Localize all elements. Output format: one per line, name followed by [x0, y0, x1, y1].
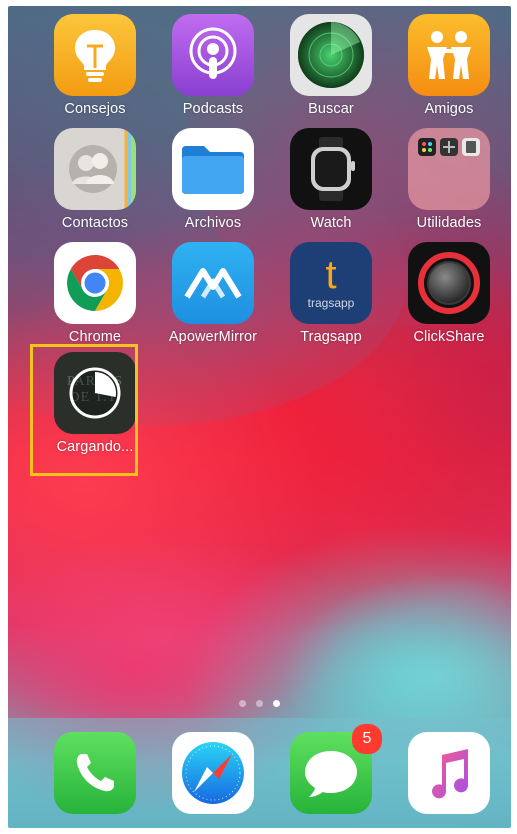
app-label: Contactos — [61, 215, 129, 231]
app-amigos[interactable]: Amigos — [394, 14, 504, 120]
chrome-icon — [54, 242, 136, 324]
page-dot — [256, 700, 263, 707]
app-label: Podcasts — [182, 101, 244, 117]
clickshare-icon — [408, 242, 490, 324]
app-label: Amigos — [424, 101, 474, 117]
app-consejos[interactable]: Consejos — [40, 14, 150, 120]
watch-icon — [290, 128, 372, 210]
page-dot — [239, 700, 246, 707]
lightbulb-icon — [54, 14, 136, 96]
wallpaper-swoosh — [8, 526, 368, 746]
app-label: Utilidades — [416, 215, 482, 231]
friends-icon — [408, 14, 490, 96]
notification-badge: 5 — [352, 724, 382, 754]
app-podcasts[interactable]: Podcasts — [158, 14, 268, 120]
app-archivos[interactable]: Archivos — [158, 128, 268, 234]
app-watch[interactable]: Watch — [276, 128, 386, 234]
dock-messages[interactable]: 5 — [276, 724, 386, 822]
page-dot-active — [273, 700, 280, 707]
app-label: Chrome — [68, 329, 122, 345]
folder-grid-icon — [408, 128, 490, 210]
home-screen: Consejos Podcasts Buscar Amigos Contacto… — [8, 6, 511, 828]
phone-icon — [54, 732, 136, 814]
app-contactos[interactable]: Contactos — [40, 128, 150, 234]
message-icon: 5 — [290, 724, 382, 814]
app-chrome[interactable]: Chrome — [40, 242, 150, 348]
apowermirror-icon — [172, 242, 254, 324]
folder-icon — [172, 128, 254, 210]
app-apowermirror[interactable]: ApowerMirror — [158, 242, 268, 348]
dock-music[interactable] — [394, 732, 504, 822]
music-note-icon — [408, 732, 490, 814]
app-label: Consejos — [64, 101, 126, 117]
app-label: ApowerMirror — [168, 329, 258, 345]
app-label: Archivos — [184, 215, 242, 231]
tragsapp-letter: t — [325, 253, 337, 297]
app-buscar[interactable]: Buscar — [276, 14, 386, 120]
page-indicator[interactable] — [8, 700, 511, 707]
radar-icon — [290, 14, 372, 96]
highlight-box — [30, 344, 138, 476]
app-label: ClickShare — [413, 329, 485, 345]
podcast-icon — [172, 14, 254, 96]
app-clickshare[interactable]: ClickShare — [394, 242, 504, 348]
dock: 5 — [8, 718, 511, 828]
app-label: Tragsapp — [300, 329, 362, 345]
app-label: Buscar — [308, 101, 354, 117]
dock-safari[interactable] — [158, 732, 268, 822]
tragsapp-word: tragsapp — [307, 296, 355, 310]
contacts-icon — [54, 128, 136, 210]
app-tragsapp[interactable]: t tragsapp Tragsapp — [276, 242, 386, 348]
compass-icon — [172, 732, 254, 814]
tragsapp-icon: t tragsapp — [290, 242, 372, 324]
app-label: Watch — [310, 215, 352, 231]
dock-phone[interactable] — [40, 732, 150, 822]
folder-utilidades[interactable]: Utilidades — [394, 128, 504, 234]
